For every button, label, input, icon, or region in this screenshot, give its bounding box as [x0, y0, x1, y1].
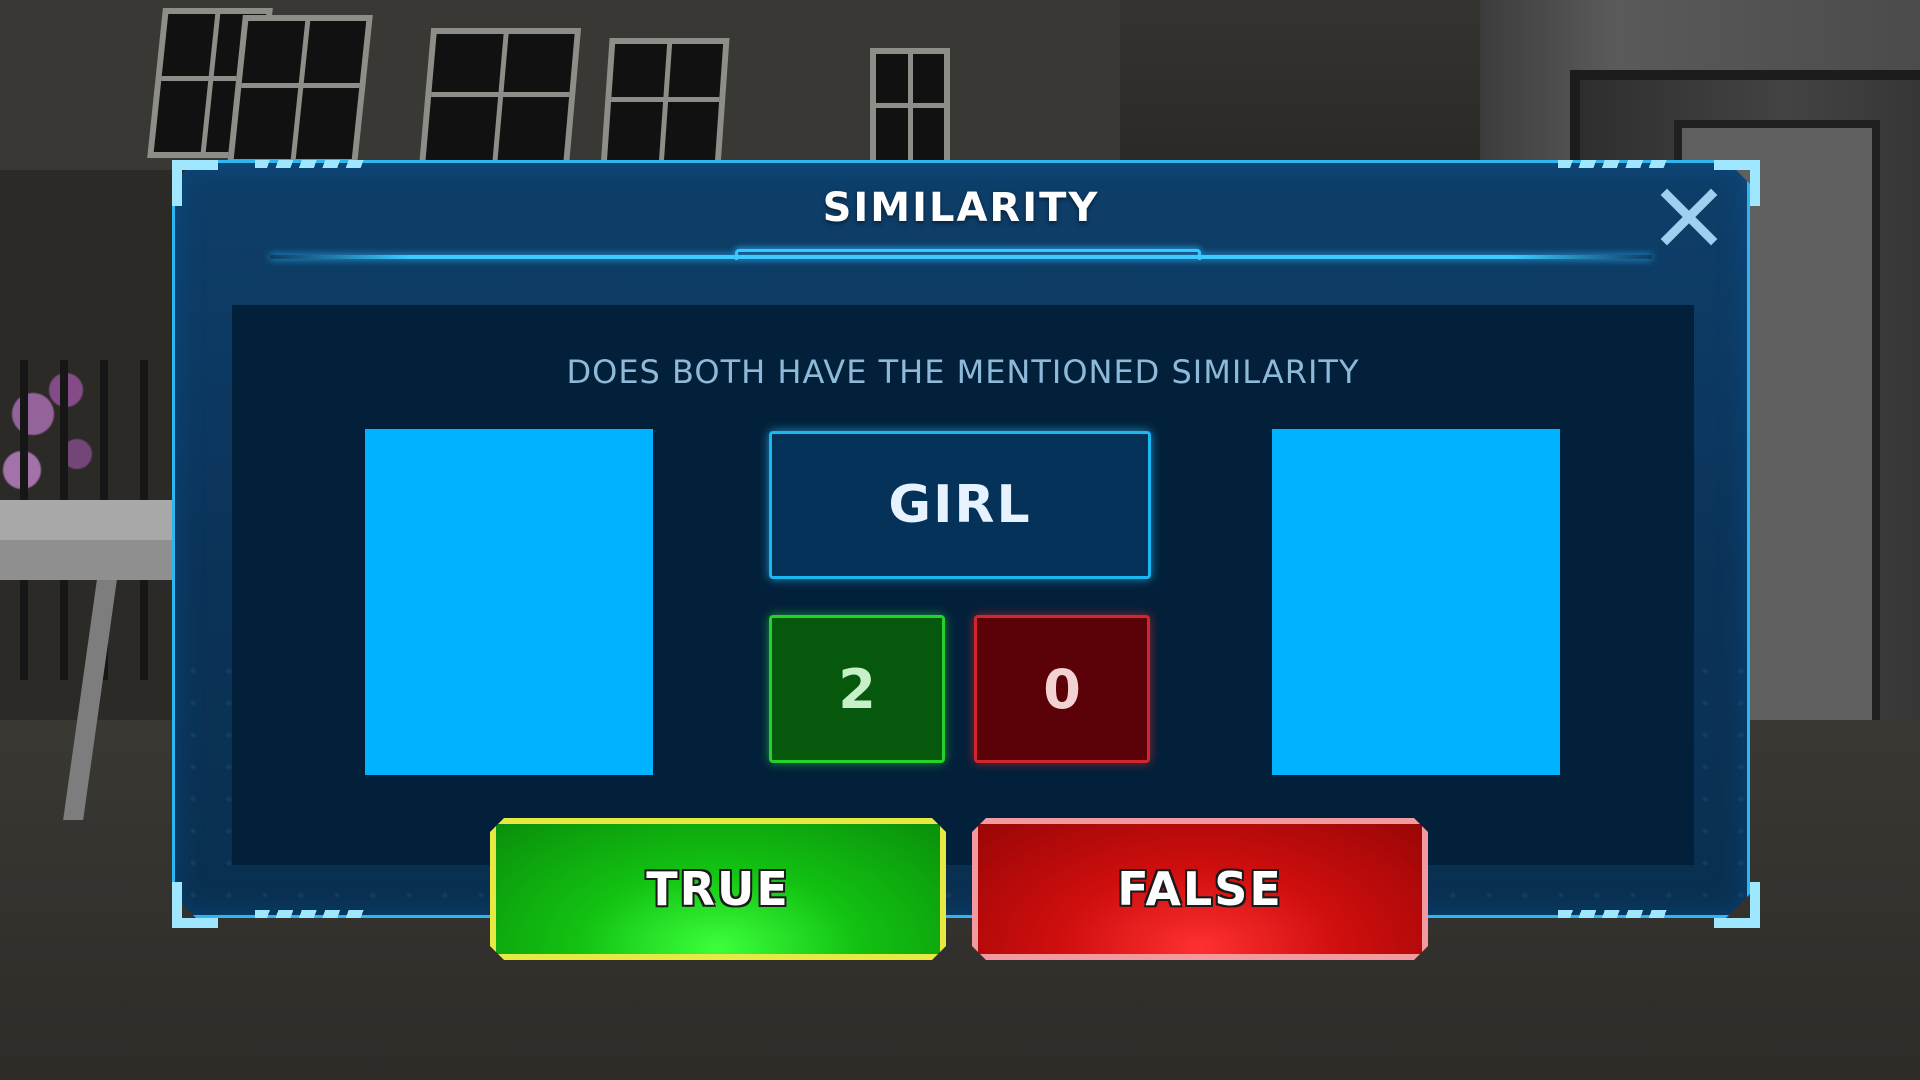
close-button[interactable]	[1657, 185, 1721, 249]
similarity-dialog: SIMILARITY DOES BOTH HAVE THE MENTIONED …	[172, 160, 1750, 918]
right-image-card	[1272, 429, 1560, 775]
question-text: DOES BOTH HAVE THE MENTIONED SIMILARITY	[566, 353, 1360, 391]
close-icon	[1657, 185, 1721, 249]
stripe-decoration	[255, 160, 365, 168]
corner-decoration	[1714, 882, 1760, 928]
question-panel: DOES BOTH HAVE THE MENTIONED SIMILARITY …	[232, 305, 1694, 865]
corner-decoration	[1714, 160, 1760, 206]
dialog-title: SIMILARITY	[822, 185, 1100, 231]
stripe-decoration	[255, 910, 365, 918]
correct-score: 2	[769, 615, 945, 763]
building-window	[227, 15, 373, 165]
left-image-card	[365, 429, 653, 775]
bench-backrest	[0, 500, 175, 540]
building-window	[600, 38, 730, 168]
title-divider	[270, 255, 1652, 259]
stripe-decoration	[1558, 910, 1668, 918]
building-window	[418, 28, 582, 168]
bench-seat	[0, 540, 175, 580]
wrong-score: 0	[974, 615, 1150, 763]
corner-decoration	[172, 160, 218, 206]
building-window	[870, 48, 950, 168]
corner-decoration	[172, 882, 218, 928]
stripe-decoration	[1558, 160, 1668, 168]
false-button[interactable]: FALSE	[972, 818, 1428, 960]
similarity-word: GIRL	[769, 431, 1151, 579]
true-button[interactable]: TRUE	[490, 818, 946, 960]
